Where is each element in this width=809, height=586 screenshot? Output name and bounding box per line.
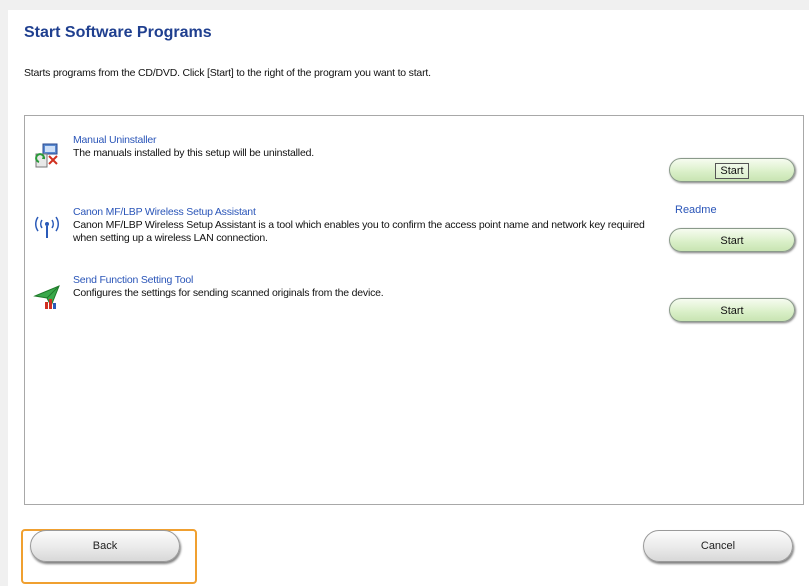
uninstaller-icon [33,142,61,170]
setup-window: Start Software Programs Starts programs … [8,10,809,586]
page-title: Start Software Programs [24,24,212,41]
program-name-manual-uninstaller[interactable]: Manual Uninstaller [73,134,157,146]
program-name-send-function[interactable]: Send Function Setting Tool [73,274,193,286]
program-desc-wireless-setup: Canon MF/LBP Wireless Setup Assistant is… [73,219,645,244]
program-item-send-function: Send Function Setting Tool Configures th… [25,274,805,344]
wireless-icon [33,214,61,242]
send-function-icon [33,282,61,310]
start-button-wireless-setup[interactable]: Start [669,228,795,252]
page-description: Starts programs from the CD/DVD. Click [… [24,67,431,79]
cancel-button[interactable]: Cancel [643,530,793,562]
readme-link[interactable]: Readme [675,204,717,216]
start-button-send-function[interactable]: Start [669,298,795,322]
start-button-label: Start [715,163,749,179]
back-button[interactable]: Back [30,530,180,562]
program-desc-manual-uninstaller: The manuals installed by this setup will… [73,147,314,159]
program-item-wireless-setup: Canon MF/LBP Wireless Setup Assistant Ca… [25,204,805,276]
start-button-label: Start [720,235,744,247]
program-item-manual-uninstaller: Manual Uninstaller The manuals installed… [25,134,805,204]
start-button-manual-uninstaller[interactable]: Start [669,158,795,182]
program-list: Manual Uninstaller The manuals installed… [24,115,804,505]
program-desc-send-function: Configures the settings for sending scan… [73,287,384,299]
start-button-label: Start [720,305,744,317]
program-name-wireless-setup[interactable]: Canon MF/LBP Wireless Setup Assistant [73,206,256,218]
